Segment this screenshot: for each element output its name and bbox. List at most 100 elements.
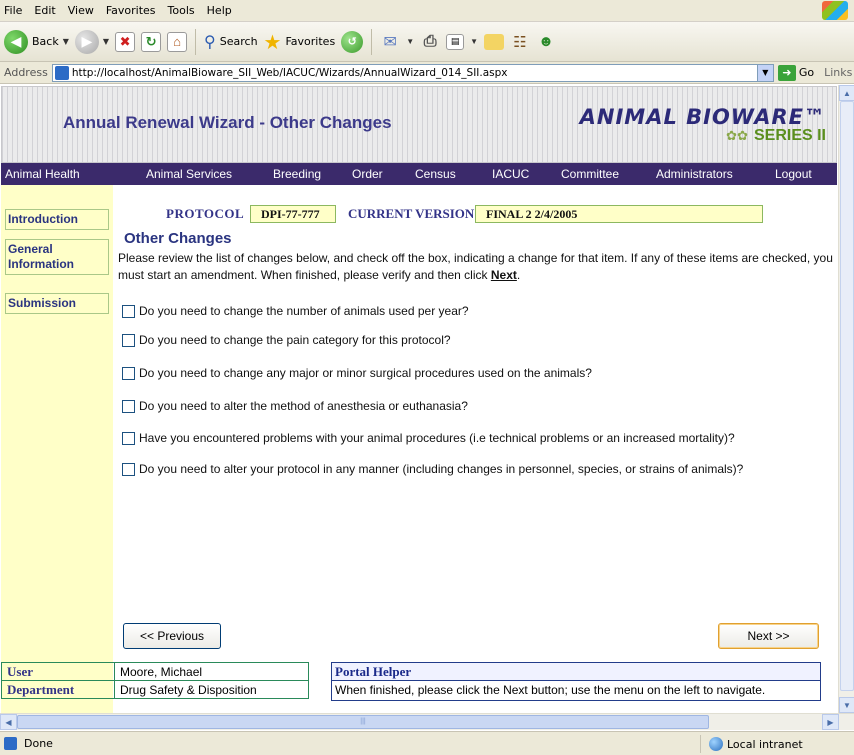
- dropdown-arrow-icon[interactable]: ▼: [103, 37, 109, 46]
- department-value: Drug Safety & Disposition: [114, 680, 309, 699]
- browser-menubar: File Edit View Favorites Tools Help: [0, 0, 854, 22]
- print-icon[interactable]: ⎙: [420, 32, 440, 52]
- back-button[interactable]: ◀ Back ▼: [4, 29, 69, 54]
- go-arrow-icon: ➜: [777, 64, 796, 81]
- nav-logout[interactable]: Logout: [775, 167, 812, 181]
- question-surgical-procedures[interactable]: Do you need to change any major or minor…: [122, 366, 592, 380]
- department-label: Department: [1, 680, 115, 699]
- links-button[interactable]: Links: [824, 66, 852, 79]
- leaf-icon: ✿✿: [726, 128, 748, 143]
- checkbox[interactable]: [122, 399, 135, 413]
- portal-helper-title: Portal Helper: [331, 662, 821, 681]
- menu-help[interactable]: Help: [207, 4, 232, 17]
- star-icon: ★: [263, 29, 282, 54]
- messenger-icon[interactable]: ☻: [536, 32, 556, 52]
- dropdown-arrow-icon[interactable]: ▼: [63, 37, 69, 46]
- scroll-right-icon[interactable]: ▶: [822, 714, 839, 730]
- favorites-label: Favorites: [285, 35, 336, 48]
- address-bar: Address http://localhost/AnimalBioware_S…: [0, 62, 854, 84]
- research-icon[interactable]: ☷: [510, 32, 530, 52]
- forward-arrow-icon: ▶: [74, 29, 99, 54]
- menu-edit[interactable]: Edit: [34, 4, 55, 17]
- version-label: CURRENT VERSION: [348, 206, 475, 221]
- status-bar: Done Local intranet: [0, 731, 854, 755]
- question-pain-category[interactable]: Do you need to change the pain category …: [122, 333, 451, 347]
- scroll-left-icon[interactable]: ◀: [0, 714, 17, 730]
- menu-file[interactable]: File: [4, 4, 22, 17]
- question-alter-protocol[interactable]: Do you need to alter your protocol in an…: [122, 462, 743, 476]
- history-icon[interactable]: ↺: [341, 30, 364, 53]
- vertical-scroll-thumb[interactable]: [840, 101, 854, 691]
- intranet-globe-icon: [709, 737, 723, 751]
- security-zone: Local intranet: [700, 735, 850, 753]
- stop-icon[interactable]: ✖: [115, 31, 136, 52]
- question-anesthesia[interactable]: Do you need to alter the method of anest…: [122, 399, 468, 413]
- sidebar-item-submission[interactable]: Submission: [5, 293, 109, 314]
- brand-series-label: SERIES II: [753, 127, 826, 144]
- vertical-scrollbar[interactable]: ▲ ▼: [838, 85, 854, 713]
- menu-favorites[interactable]: Favorites: [106, 4, 156, 17]
- address-label: Address: [4, 66, 48, 79]
- checkbox[interactable]: [122, 333, 135, 347]
- question-animals-per-year[interactable]: Do you need to change the number of anim…: [122, 304, 469, 318]
- go-button[interactable]: ➜ Go: [777, 64, 815, 81]
- section-title: Other Changes: [124, 230, 232, 247]
- page-viewport: Annual Renewal Wizard - Other Changes AN…: [0, 85, 838, 713]
- scroll-down-icon[interactable]: ▼: [839, 697, 854, 713]
- address-dropdown-icon[interactable]: ▼: [756, 64, 773, 81]
- zone-label: Local intranet: [727, 737, 803, 751]
- refresh-icon[interactable]: ↻: [141, 31, 162, 52]
- question-label: Do you need to change the pain category …: [139, 333, 451, 347]
- search-button[interactable]: ⚲ Search: [204, 32, 258, 51]
- forward-button[interactable]: ▶ ▼: [74, 29, 109, 54]
- next-button[interactable]: Next >>: [718, 623, 819, 649]
- edit-icon[interactable]: ▤: [446, 33, 465, 50]
- protocol-value: DPI-77-777: [250, 205, 336, 223]
- next-link[interactable]: Next: [491, 268, 517, 282]
- nav-administrators[interactable]: Administrators: [656, 167, 733, 181]
- nav-committee[interactable]: Committee: [561, 167, 619, 181]
- question-label: Have you encountered problems with your …: [139, 431, 735, 445]
- nav-order[interactable]: Order: [352, 167, 383, 181]
- sidebar-item-general-information[interactable]: General Information: [5, 239, 109, 275]
- home-icon[interactable]: ⌂: [167, 31, 188, 52]
- search-label: Search: [219, 35, 258, 48]
- checkbox[interactable]: [122, 304, 135, 318]
- scroll-up-icon[interactable]: ▲: [839, 85, 854, 101]
- status-text: Done: [24, 737, 53, 750]
- dropdown-arrow-icon[interactable]: ▼: [406, 37, 414, 46]
- nav-breeding[interactable]: Breeding: [273, 167, 321, 181]
- nav-census[interactable]: Census: [415, 167, 456, 181]
- nav-iacuc[interactable]: IACUC: [492, 167, 529, 181]
- checkbox[interactable]: [122, 431, 135, 445]
- toolbar-separator: [195, 28, 197, 55]
- dropdown-arrow-icon[interactable]: ▼: [470, 37, 478, 46]
- question-procedure-problems[interactable]: Have you encountered problems with your …: [122, 431, 735, 445]
- horizontal-scroll-thumb[interactable]: |||: [17, 715, 709, 729]
- user-row: User Moore, Michael: [1, 662, 309, 681]
- main-nav: Animal Health Animal Services Breeding O…: [1, 163, 837, 185]
- department-row: Department Drug Safety & Disposition: [1, 680, 309, 699]
- folder-icon[interactable]: [484, 33, 505, 50]
- version-value: FINAL 2 2/4/2005: [475, 205, 763, 223]
- horizontal-scrollbar[interactable]: ◀ ||| ▶: [0, 713, 854, 730]
- checkbox[interactable]: [122, 366, 135, 380]
- question-label: Do you need to change the number of anim…: [139, 304, 469, 318]
- menu-tools[interactable]: Tools: [168, 4, 195, 17]
- toolbar-separator: [371, 28, 373, 55]
- wizard-sidebar: Introduction General Information Submiss…: [1, 185, 113, 713]
- protocol-row: PROTOCOL DPI-77-777 CURRENT VERSION FINA…: [0, 205, 838, 223]
- browser-toolbar: ◀ Back ▼ ▶ ▼ ✖ ↻ ⌂ ⚲ Search ★ Favorites …: [0, 22, 854, 62]
- nav-animal-services[interactable]: Animal Services: [146, 167, 232, 181]
- previous-button[interactable]: << Previous: [123, 623, 221, 649]
- nav-animal-health[interactable]: Animal Health: [5, 167, 80, 181]
- address-input[interactable]: http://localhost/AnimalBioware_SII_Web/I…: [51, 63, 774, 82]
- favorites-button[interactable]: ★ Favorites: [264, 30, 336, 54]
- mail-icon[interactable]: ✉: [380, 32, 400, 52]
- checkbox[interactable]: [122, 462, 135, 476]
- protocol-label: PROTOCOL: [166, 206, 245, 221]
- portal-helper: Portal Helper When finished, please clic…: [331, 662, 821, 701]
- go-label: Go: [798, 66, 815, 79]
- brand-series: ✿✿ SERIES II: [580, 127, 826, 145]
- menu-view[interactable]: View: [68, 4, 94, 17]
